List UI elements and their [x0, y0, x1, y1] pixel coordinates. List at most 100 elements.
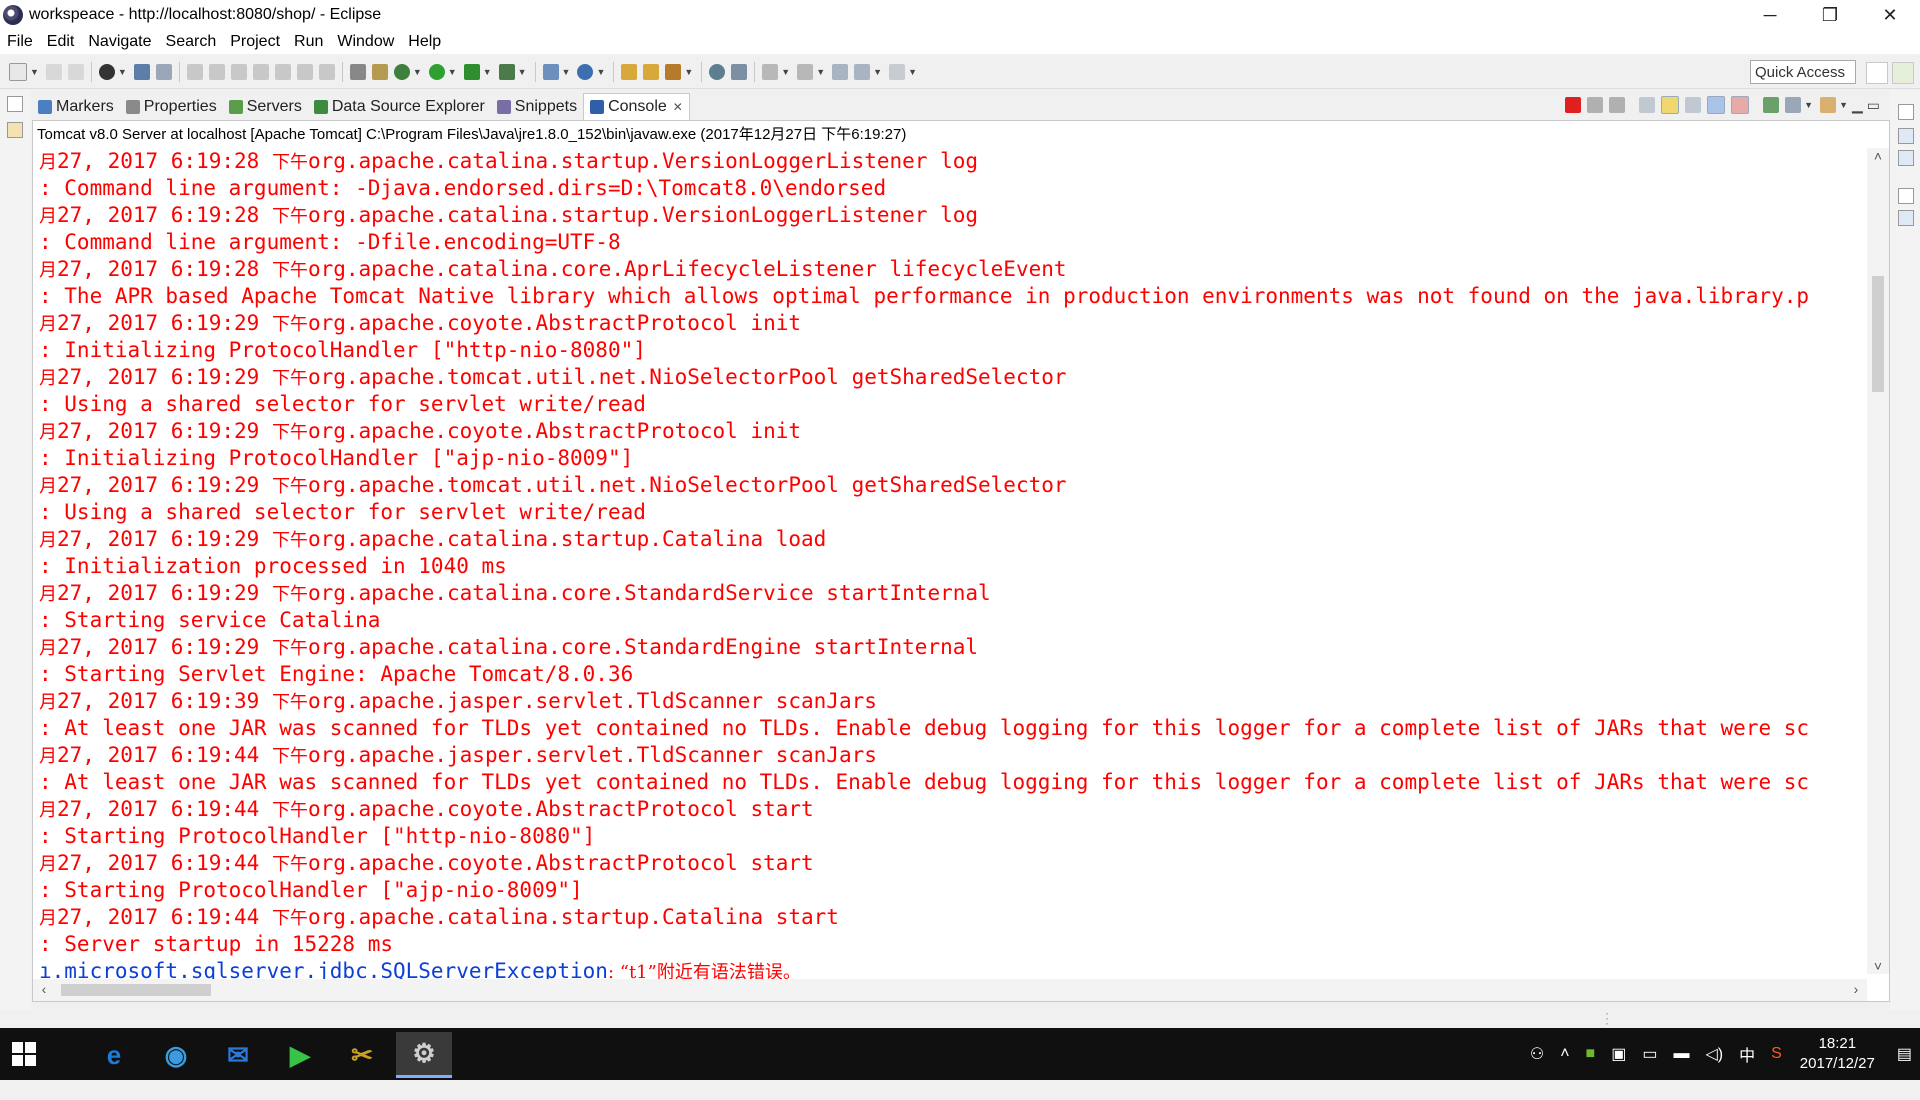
- horizontal-scroll-thumb[interactable]: [61, 984, 211, 996]
- save-all-icon[interactable]: [67, 64, 84, 80]
- restore-icon[interactable]: [7, 96, 23, 112]
- tab-properties[interactable]: Properties: [120, 94, 223, 120]
- open-task-icon[interactable]: [643, 64, 660, 80]
- step-return-icon[interactable]: [318, 64, 335, 80]
- menu-help[interactable]: Help: [401, 33, 448, 51]
- new-java-project-icon[interactable]: [542, 64, 559, 80]
- notifications-icon[interactable]: ▤: [1897, 1044, 1912, 1064]
- storage-icon[interactable]: ▣: [1611, 1044, 1626, 1064]
- dropdown-icon[interactable]: ▼: [684, 67, 693, 77]
- task-list-icon[interactable]: [1898, 150, 1914, 166]
- clock[interactable]: 18:21 2017/12/27: [1800, 1034, 1875, 1074]
- tab-console[interactable]: Console ✕: [583, 93, 690, 120]
- coverage-icon[interactable]: [463, 64, 480, 80]
- external-tools-icon[interactable]: [498, 64, 515, 80]
- maximize-button[interactable]: ❐: [1800, 0, 1860, 30]
- new-class-icon[interactable]: [577, 64, 594, 80]
- menu-project[interactable]: Project: [223, 33, 287, 51]
- vertical-scrollbar[interactable]: ˄ ˅: [1867, 148, 1889, 974]
- volume-icon[interactable]: ◁): [1705, 1044, 1723, 1064]
- pin-console-icon[interactable]: [1763, 97, 1780, 113]
- dropdown-icon[interactable]: ▼: [781, 67, 790, 77]
- scroll-lock-icon[interactable]: [1661, 96, 1680, 114]
- project-explorer-icon[interactable]: [7, 122, 23, 138]
- minimize-button[interactable]: ─: [1740, 0, 1800, 30]
- taskbar-app-eclipse[interactable]: ⚙: [396, 1032, 452, 1078]
- terminate-icon[interactable]: [1565, 97, 1582, 113]
- save-icon[interactable]: [45, 64, 62, 80]
- step-over-icon[interactable]: [296, 64, 313, 80]
- dropdown-icon[interactable]: ▼: [448, 67, 457, 77]
- disconnect-icon[interactable]: [252, 64, 269, 80]
- open-type-icon[interactable]: [621, 64, 638, 80]
- dropdown-icon[interactable]: ▼: [908, 67, 917, 77]
- remove-launch-icon[interactable]: [1587, 97, 1604, 113]
- run-icon[interactable]: [428, 64, 445, 80]
- show-on-stderr-icon[interactable]: [1731, 96, 1750, 114]
- close-tab-icon[interactable]: ✕: [673, 100, 683, 114]
- last-edit-location-icon[interactable]: [832, 64, 849, 80]
- open-perspective-icon[interactable]: [1866, 62, 1888, 84]
- tab-servers[interactable]: Servers: [223, 94, 308, 120]
- close-button[interactable]: ✕: [1860, 0, 1920, 30]
- show-on-stdout-icon[interactable]: [1707, 96, 1726, 114]
- quick-access-input[interactable]: Quick Access: [1750, 60, 1856, 84]
- scroll-right-icon[interactable]: ›: [1845, 981, 1867, 997]
- vertical-scroll-thumb[interactable]: [1872, 276, 1884, 392]
- people-icon[interactable]: ⚇: [1530, 1044, 1544, 1064]
- dropdown-icon[interactable]: ▼: [413, 67, 422, 77]
- maximize-view-icon[interactable]: ▭: [1867, 97, 1880, 114]
- horizontal-scrollbar[interactable]: ‹ ›: [33, 979, 1867, 1001]
- minimize-view-icon[interactable]: ▁: [1852, 97, 1863, 114]
- dropdown-icon[interactable]: ▼: [562, 67, 571, 77]
- menu-file[interactable]: File: [0, 33, 40, 51]
- scroll-left-icon[interactable]: ‹: [33, 981, 55, 997]
- web-browser-icon[interactable]: [709, 64, 726, 80]
- taskbar-app-media[interactable]: ▶: [272, 1032, 328, 1078]
- skip-breakpoints-icon[interactable]: [155, 64, 172, 80]
- use-step-filters-icon[interactable]: [349, 64, 366, 80]
- taskbar-app-mail[interactable]: ✉: [210, 1032, 266, 1078]
- tab-snippets[interactable]: Snippets: [491, 94, 583, 120]
- new-icon[interactable]: [9, 63, 27, 81]
- open-console-icon[interactable]: [1820, 97, 1837, 113]
- menu-navigate[interactable]: Navigate: [81, 33, 158, 51]
- annotation-icon[interactable]: [731, 64, 748, 80]
- debug-icon[interactable]: [393, 64, 410, 80]
- new-dropdown-icon[interactable]: ▼: [30, 67, 39, 77]
- back-icon[interactable]: [854, 64, 871, 80]
- console-output[interactable]: 月27, 2017 6:19:28 下午org.apache.catalina.…: [33, 148, 1863, 1100]
- dropdown-icon[interactable]: ▼: [518, 67, 527, 77]
- java-ee-perspective-icon[interactable]: [1892, 62, 1914, 84]
- build-icon[interactable]: [371, 64, 388, 80]
- battery-icon[interactable]: ▬: [1673, 1045, 1689, 1063]
- suspend-icon[interactable]: [208, 64, 225, 80]
- next-annotation-icon[interactable]: [762, 64, 779, 80]
- console-open-icon[interactable]: [133, 64, 150, 80]
- show-hidden-icons[interactable]: ˄: [1560, 1045, 1569, 1063]
- tab-data-source-explorer[interactable]: Data Source Explorer: [308, 94, 491, 120]
- menu-search[interactable]: Search: [159, 33, 224, 51]
- outline-icon[interactable]: [1898, 128, 1914, 144]
- forward-icon[interactable]: [889, 64, 906, 80]
- network-icon[interactable]: ▭: [1642, 1044, 1657, 1064]
- taskbar-app-ie[interactable]: ◉: [148, 1032, 204, 1078]
- menu-window[interactable]: Window: [330, 33, 401, 51]
- palette-icon[interactable]: [1898, 210, 1914, 226]
- scroll-up-icon[interactable]: ˄: [1867, 148, 1889, 164]
- dropdown-icon[interactable]: ▼: [1804, 100, 1813, 110]
- menu-run[interactable]: Run: [287, 33, 330, 51]
- nvidia-icon[interactable]: ■: [1586, 1045, 1596, 1063]
- ime-indicator[interactable]: 中: [1739, 1042, 1755, 1066]
- scroll-down-icon[interactable]: ˅: [1867, 958, 1889, 974]
- dropdown-icon[interactable]: ▼: [1839, 100, 1848, 110]
- sogou-input-icon[interactable]: S: [1771, 1045, 1782, 1063]
- dropdown-icon[interactable]: ▼: [873, 67, 882, 77]
- dropdown-icon[interactable]: ▼: [483, 67, 492, 77]
- taskbar-app-tool[interactable]: ✂: [334, 1032, 390, 1078]
- previous-annotation-icon[interactable]: [797, 64, 814, 80]
- search-icon[interactable]: [665, 64, 682, 80]
- step-into-icon[interactable]: [274, 64, 291, 80]
- clear-console-icon[interactable]: [1639, 97, 1656, 113]
- debug-perspective-icon[interactable]: [98, 64, 115, 80]
